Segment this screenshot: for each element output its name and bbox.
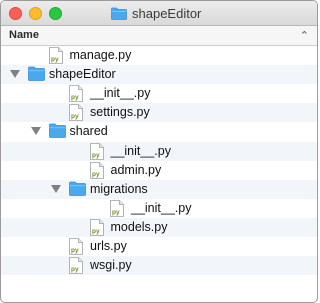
finder-window: shapeEditor Name ⌃ py manage.py shapeEdi… <box>0 0 318 303</box>
item-label: wsgi.py <box>90 258 132 273</box>
item-label: __init__.py <box>110 143 171 158</box>
folder-row[interactable]: migrations <box>1 179 317 201</box>
python-file-icon: py <box>48 47 63 64</box>
zoom-button[interactable] <box>49 7 62 20</box>
svg-text:py: py <box>71 247 79 254</box>
file-row[interactable]: py __init__.py <box>1 141 317 161</box>
item-label: urls.py <box>90 239 127 253</box>
svg-text:py: py <box>112 209 120 216</box>
disclosure-triangle-icon[interactable] <box>30 127 41 136</box>
python-file-icon: py <box>69 257 83 279</box>
svg-text:py: py <box>71 266 79 273</box>
folder-icon <box>69 181 86 201</box>
file-row[interactable]: py models.py <box>1 217 317 237</box>
python-file-icon: py <box>69 104 83 122</box>
folder-icon <box>48 123 66 143</box>
disclosure-triangle-icon[interactable] <box>10 70 20 79</box>
python-file-icon: py <box>69 238 83 255</box>
svg-text:py: py <box>92 171 100 178</box>
file-row[interactable]: py __init__.py <box>1 199 317 218</box>
svg-text:py: py <box>71 113 79 120</box>
python-file-icon: py <box>69 257 83 274</box>
disclosure-triangle-icon[interactable] <box>51 184 61 193</box>
python-file-icon: py <box>69 85 83 103</box>
file-row[interactable]: py admin.py <box>1 161 317 180</box>
svg-text:py: py <box>51 56 59 63</box>
folder-icon <box>28 66 45 86</box>
folder-icon <box>69 181 86 196</box>
svg-text:py: py <box>92 228 100 235</box>
python-file-icon: py <box>89 142 104 160</box>
file-row[interactable]: py urls.py <box>1 237 317 256</box>
folder-icon <box>48 123 66 139</box>
close-button[interactable] <box>9 7 22 20</box>
file-row[interactable]: py settings.py <box>1 103 317 123</box>
svg-text:py: py <box>71 94 79 101</box>
item-label: shared <box>69 124 108 139</box>
item-label: migrations <box>90 181 148 196</box>
file-row[interactable]: py wsgi.py <box>1 256 317 276</box>
file-row[interactable]: py __init__.py <box>1 84 317 103</box>
column-header[interactable]: Name ⌃ <box>1 26 317 46</box>
folder-row[interactable]: shared <box>1 122 317 141</box>
item-label: admin.py <box>110 162 162 177</box>
name-column-header[interactable]: Name <box>9 29 39 41</box>
item-label: models.py <box>110 219 168 234</box>
minimize-button[interactable] <box>29 7 42 20</box>
item-label: shapeEditor <box>49 67 116 82</box>
item-label: manage.py <box>69 48 132 62</box>
python-file-icon: py <box>89 161 104 179</box>
item-label: __init__.py <box>131 200 192 215</box>
folder-row[interactable]: shapeEditor <box>1 65 317 86</box>
window-title: shapeEditor <box>111 5 201 21</box>
window-title-text: shapeEditor <box>132 5 202 21</box>
title-bar[interactable]: shapeEditor <box>1 1 317 26</box>
python-file-icon: py <box>89 218 104 236</box>
file-row[interactable]: py manage.py <box>1 46 317 65</box>
svg-text:py: py <box>92 152 100 159</box>
folder-icon <box>111 7 127 20</box>
chevron-up-icon[interactable]: ⌃ <box>300 29 309 42</box>
python-file-icon: py <box>110 199 124 217</box>
item-label: settings.py <box>90 105 150 120</box>
folder-icon <box>28 66 45 81</box>
item-label: __init__.py <box>90 86 151 101</box>
